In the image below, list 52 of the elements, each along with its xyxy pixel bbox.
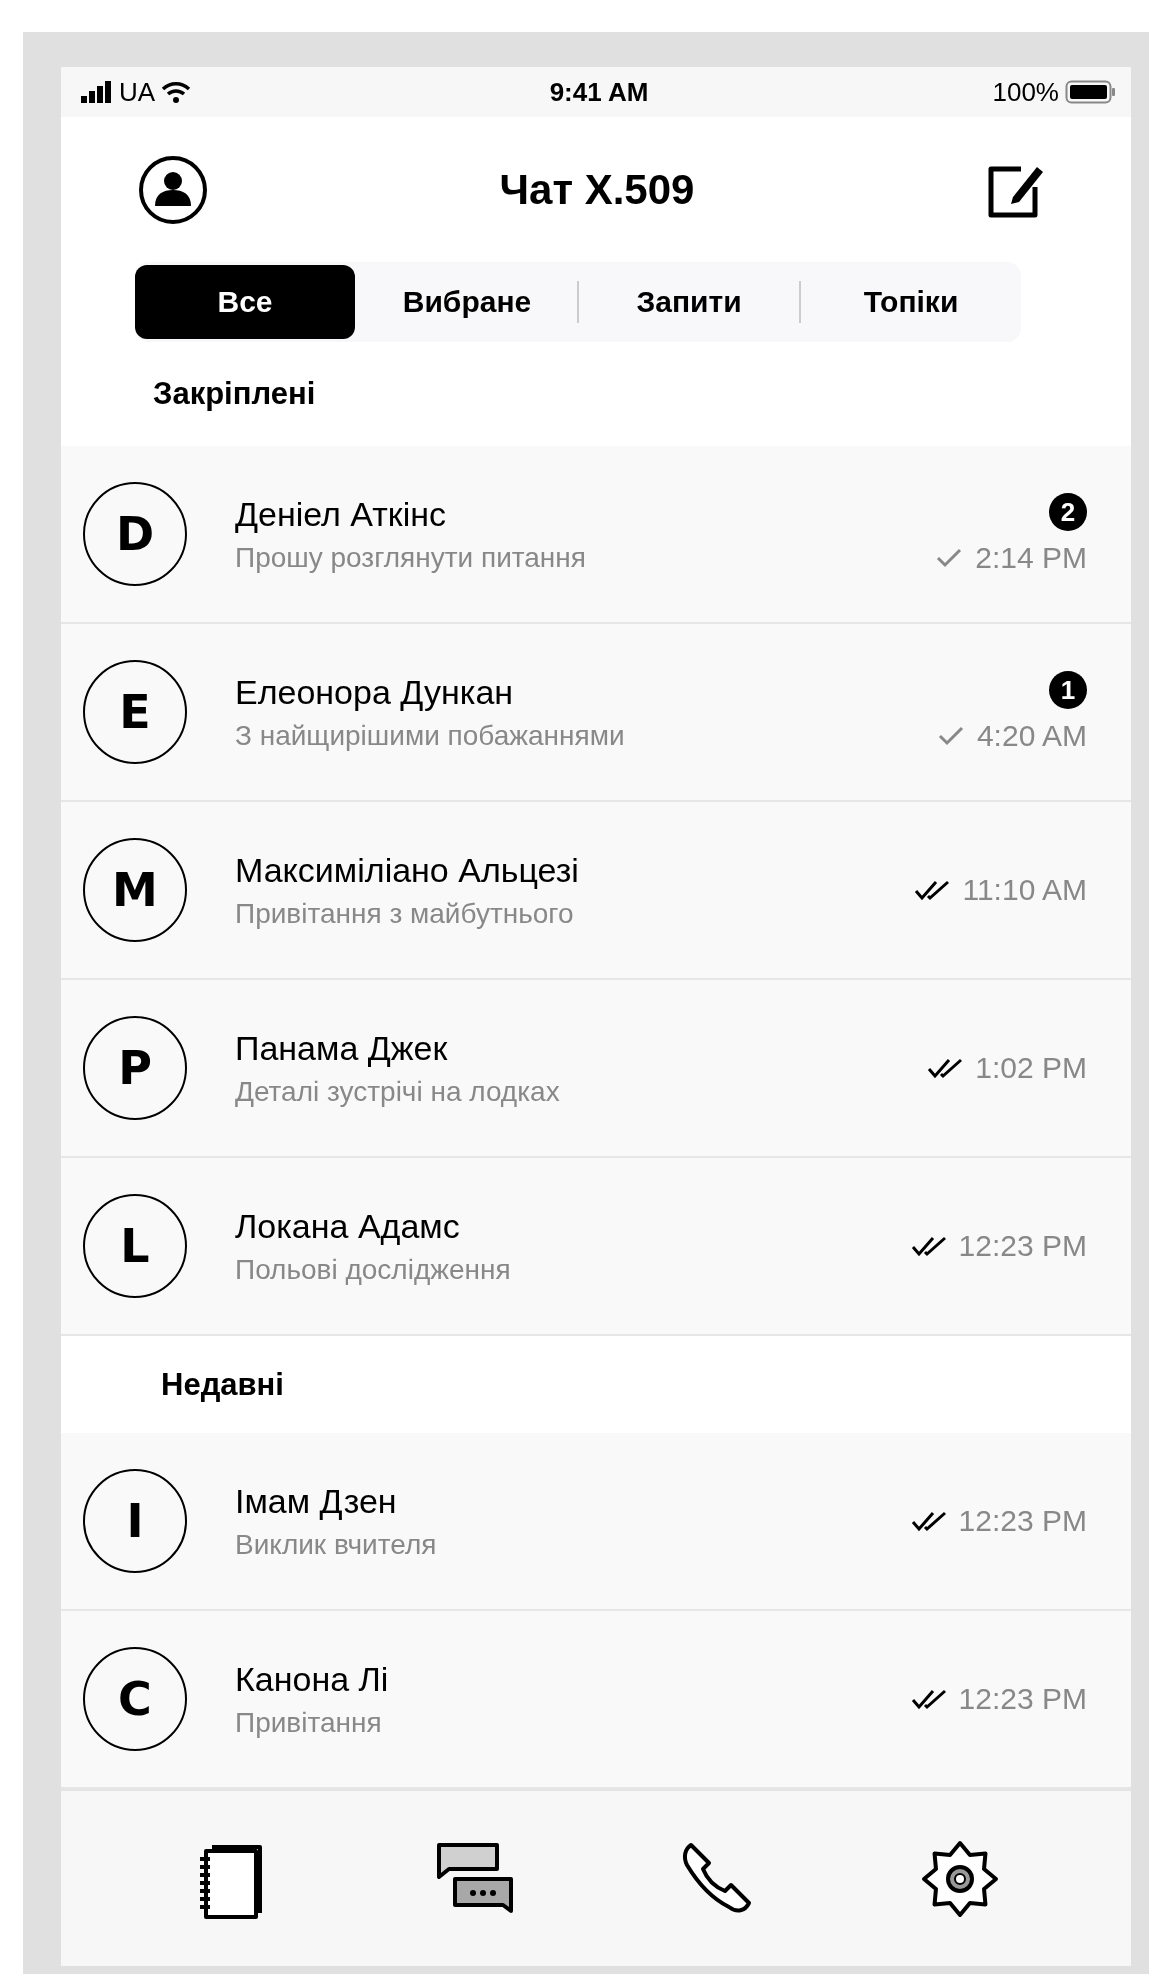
message-time: 12:23 PM	[958, 1682, 1087, 1716]
status-time: 9:41 AM	[549, 76, 649, 108]
message-time: 12:23 PM	[958, 1504, 1087, 1538]
signal-icon	[81, 81, 113, 103]
chat-row[interactable]: L Локана Адамс Польові дослідження 12:23 PM	[61, 1158, 1131, 1336]
carrier-label: UA	[119, 76, 156, 108]
avatar: C	[83, 1647, 187, 1751]
unread-count: 2	[1049, 493, 1087, 531]
avatar: E	[83, 660, 187, 764]
filter-tab[interactable]: Запити	[579, 265, 799, 339]
message-preview: З найщирішими побажаннями	[235, 719, 626, 752]
message-time: 11:10 AM	[962, 873, 1087, 907]
avatar: M	[83, 838, 187, 942]
section-heading: Закріплені	[153, 376, 316, 412]
avatar: I	[83, 1469, 187, 1573]
contact-name: Деніел Аткінс	[235, 494, 448, 534]
message-preview: Привітання з майбутнього	[235, 897, 575, 930]
battery-icon	[1065, 80, 1117, 104]
battery-percent: 100%	[992, 76, 1059, 108]
contact-name: Максиміліано Альцезі	[235, 850, 580, 890]
avatar: L	[83, 1194, 187, 1298]
message-time: 1:02 PM	[975, 1051, 1087, 1085]
filter-tab[interactable]: Все	[135, 265, 355, 339]
message-preview: Виклик вчителя	[235, 1528, 438, 1561]
message-preview: Привітання	[235, 1706, 383, 1739]
chat-row[interactable]: C Канона Лі Привітання 12:23 PM	[61, 1611, 1131, 1789]
section-heading: Недавні	[161, 1366, 284, 1403]
contact-name: Канона Лі	[235, 1659, 390, 1699]
profile-icon[interactable]	[137, 153, 209, 226]
message-time: 4:20 AM	[976, 719, 1087, 753]
avatar: D	[83, 482, 187, 586]
wifi-icon	[161, 81, 192, 103]
chat-row[interactable]: I Імам Дзен Виклик вчителя 12:23 PM	[61, 1433, 1131, 1611]
chat-row[interactable]: M Максиміліано Альцезі Привітання з майбутнього 11:10 AM	[61, 802, 1131, 980]
message-time: 2:14 PM	[975, 541, 1087, 575]
message-time: 12:23 PM	[958, 1229, 1087, 1263]
chat-row[interactable]: D Деніел Аткінс Прошу розглянути питання 2 2:14 PM	[61, 446, 1131, 624]
chat-row[interactable]: E Елеонора Дункан З найщирішими побажаннями 1 4:20 AM	[61, 624, 1131, 802]
contact-name: Елеонора Дункан	[235, 672, 515, 712]
unread-count: 1	[1049, 671, 1087, 709]
gear-icon[interactable]	[920, 1838, 1001, 1919]
filter-tab[interactable]: Топіки	[801, 265, 1021, 339]
chat-row[interactable]: P Панама Джек Деталі зустрічі на лодках 1:02 PM	[61, 980, 1131, 1158]
contact-name: Панама Джек	[235, 1028, 449, 1068]
filter-tab[interactable]: Вибране	[357, 265, 577, 339]
app-title: Чат X.509	[499, 165, 695, 214]
message-preview: Польові дослідження	[235, 1253, 512, 1286]
contact-name: Імам Дзен	[235, 1481, 398, 1521]
avatar: P	[83, 1016, 187, 1120]
message-preview: Прошу розглянути питання	[235, 541, 587, 574]
message-preview: Деталі зустрічі на лодках	[235, 1075, 561, 1108]
contact-name: Локана Адамс	[235, 1206, 461, 1246]
